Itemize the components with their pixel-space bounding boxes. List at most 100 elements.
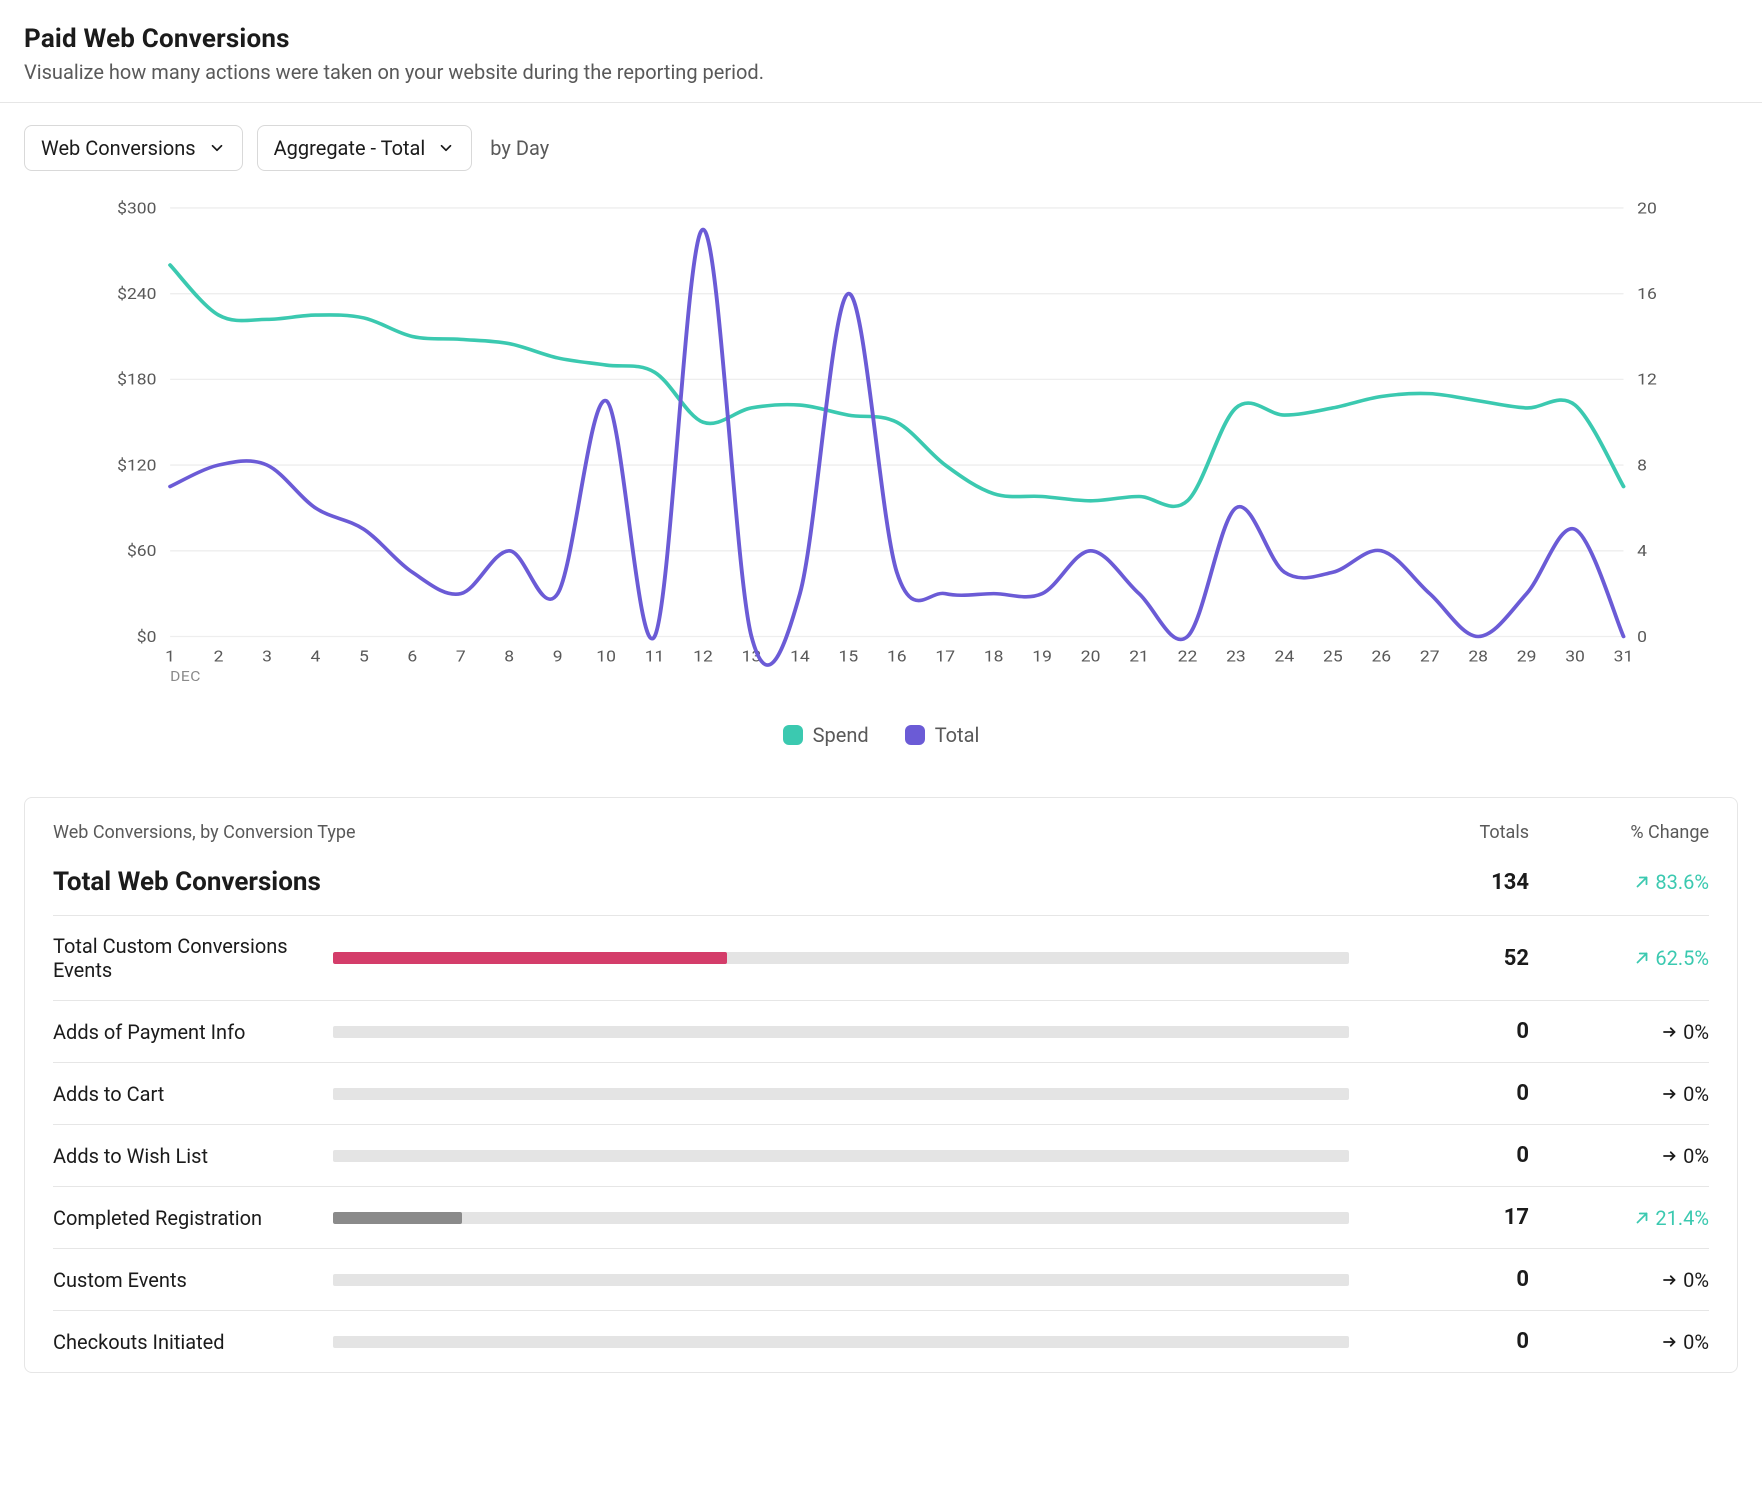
svg-text:$240: $240 bbox=[117, 285, 156, 304]
svg-text:20: 20 bbox=[1081, 647, 1101, 666]
legend-label-total: Total bbox=[935, 723, 980, 747]
svg-text:9: 9 bbox=[553, 647, 563, 666]
arrow-right-icon bbox=[1661, 1023, 1679, 1041]
row-label: Adds to Wish List bbox=[53, 1144, 313, 1168]
chevron-down-icon bbox=[437, 139, 455, 157]
row-bar bbox=[333, 1088, 1349, 1100]
svg-text:16: 16 bbox=[1637, 285, 1657, 304]
svg-text:14: 14 bbox=[790, 647, 810, 666]
row-bar bbox=[333, 1212, 1349, 1224]
granularity-label: by Day bbox=[490, 136, 549, 160]
row-change: 0% bbox=[1549, 1330, 1709, 1354]
aggregate-dropdown-label: Aggregate - Total bbox=[274, 136, 426, 160]
row-label: Total Custom Conversions Events bbox=[53, 934, 313, 982]
svg-text:30: 30 bbox=[1565, 647, 1585, 666]
svg-text:31: 31 bbox=[1614, 647, 1634, 666]
legend-label-spend: Spend bbox=[813, 723, 869, 747]
arrow-up-right-icon bbox=[1633, 1209, 1651, 1227]
legend-swatch-total bbox=[905, 725, 925, 745]
row-label: Adds to Cart bbox=[53, 1082, 313, 1106]
row-value: 0 bbox=[1369, 1019, 1529, 1044]
svg-text:18: 18 bbox=[984, 647, 1004, 666]
legend-item-spend[interactable]: Spend bbox=[783, 723, 869, 747]
arrow-right-icon bbox=[1661, 1147, 1679, 1165]
table-row: Total Custom Conversions Events5262.5% bbox=[53, 915, 1709, 1000]
arrow-right-icon bbox=[1661, 1333, 1679, 1351]
svg-text:15: 15 bbox=[839, 647, 859, 666]
svg-text:12: 12 bbox=[693, 647, 713, 666]
row-value: 0 bbox=[1369, 1267, 1529, 1292]
svg-text:3: 3 bbox=[262, 647, 272, 666]
svg-text:11: 11 bbox=[645, 647, 665, 666]
svg-text:26: 26 bbox=[1371, 647, 1391, 666]
table-header-totals: Totals bbox=[1369, 822, 1529, 843]
svg-text:1: 1 bbox=[165, 647, 175, 666]
row-label: Custom Events bbox=[53, 1268, 313, 1292]
divider bbox=[0, 102, 1762, 103]
svg-text:0: 0 bbox=[1637, 628, 1647, 647]
row-bar bbox=[333, 1150, 1349, 1162]
svg-text:8: 8 bbox=[504, 647, 514, 666]
svg-text:5: 5 bbox=[359, 647, 369, 666]
svg-text:$0: $0 bbox=[137, 628, 157, 647]
row-change: 0% bbox=[1549, 1144, 1709, 1168]
svg-text:4: 4 bbox=[1637, 542, 1647, 561]
metric-dropdown[interactable]: Web Conversions bbox=[24, 125, 243, 171]
table-row: Checkouts Initiated 0 0% bbox=[53, 1310, 1709, 1372]
summary-value: 134 bbox=[1369, 870, 1529, 895]
svg-text:27: 27 bbox=[1420, 647, 1440, 666]
row-value: 0 bbox=[1369, 1143, 1529, 1168]
svg-text:DEC: DEC bbox=[170, 668, 201, 685]
table-row: Completed Registration 17 21.4% bbox=[53, 1186, 1709, 1248]
chevron-down-icon bbox=[208, 139, 226, 157]
svg-text:22: 22 bbox=[1178, 647, 1198, 666]
row-value: 0 bbox=[1369, 1329, 1529, 1354]
aggregate-dropdown[interactable]: Aggregate - Total bbox=[257, 125, 473, 171]
svg-text:28: 28 bbox=[1468, 647, 1488, 666]
row-change: 21.4% bbox=[1549, 1206, 1709, 1230]
svg-text:25: 25 bbox=[1323, 647, 1343, 666]
arrow-up-right-icon bbox=[1633, 949, 1651, 967]
svg-text:$300: $300 bbox=[117, 199, 156, 218]
svg-text:2: 2 bbox=[214, 647, 224, 666]
row-label: Adds of Payment Info bbox=[53, 1020, 313, 1044]
legend: Spend Total bbox=[24, 723, 1738, 747]
page-subtitle: Visualize how many actions were taken on… bbox=[24, 60, 1738, 84]
table-header-left: Web Conversions, by Conversion Type bbox=[53, 822, 1349, 843]
table-row: Adds of Payment Info 0 0% bbox=[53, 1000, 1709, 1062]
summary-change: 83.6% bbox=[1549, 870, 1709, 894]
row-change: 0% bbox=[1549, 1268, 1709, 1292]
chart: $0$60$120$180$240$3000481216201234567891… bbox=[24, 199, 1738, 757]
row-bar bbox=[333, 1026, 1349, 1038]
row-change: 62.5% bbox=[1549, 946, 1709, 970]
legend-item-total[interactable]: Total bbox=[905, 723, 980, 747]
conversions-table: Web Conversions, by Conversion Type Tota… bbox=[24, 797, 1738, 1373]
summary-row: Total Web Conversions 134 83.6% bbox=[53, 861, 1709, 915]
arrow-up-right-icon bbox=[1633, 873, 1651, 891]
controls: Web Conversions Aggregate - Total by Day bbox=[24, 125, 1738, 171]
legend-swatch-spend bbox=[783, 725, 803, 745]
row-value: 0 bbox=[1369, 1081, 1529, 1106]
row-change: 0% bbox=[1549, 1020, 1709, 1044]
arrow-right-icon bbox=[1661, 1271, 1679, 1289]
row-label: Checkouts Initiated bbox=[53, 1330, 313, 1354]
svg-text:4: 4 bbox=[311, 647, 321, 666]
row-label: Completed Registration bbox=[53, 1206, 313, 1230]
row-bar bbox=[333, 1336, 1349, 1348]
summary-label: Total Web Conversions bbox=[53, 867, 1349, 897]
row-change: 0% bbox=[1549, 1082, 1709, 1106]
summary-change-text: 83.6% bbox=[1655, 870, 1709, 894]
arrow-right-icon bbox=[1661, 1085, 1679, 1103]
table-row: Adds to Cart 0 0% bbox=[53, 1062, 1709, 1124]
svg-text:6: 6 bbox=[407, 647, 417, 666]
table-row: Adds to Wish List 0 0% bbox=[53, 1124, 1709, 1186]
svg-text:$60: $60 bbox=[127, 542, 157, 561]
svg-text:16: 16 bbox=[887, 647, 907, 666]
table-header-change: % Change bbox=[1549, 822, 1709, 843]
svg-text:7: 7 bbox=[456, 647, 466, 666]
svg-text:17: 17 bbox=[935, 647, 955, 666]
svg-text:$120: $120 bbox=[117, 456, 156, 475]
svg-text:20: 20 bbox=[1637, 199, 1657, 218]
table-row: Custom Events 0 0% bbox=[53, 1248, 1709, 1310]
row-value: 17 bbox=[1369, 1205, 1529, 1230]
